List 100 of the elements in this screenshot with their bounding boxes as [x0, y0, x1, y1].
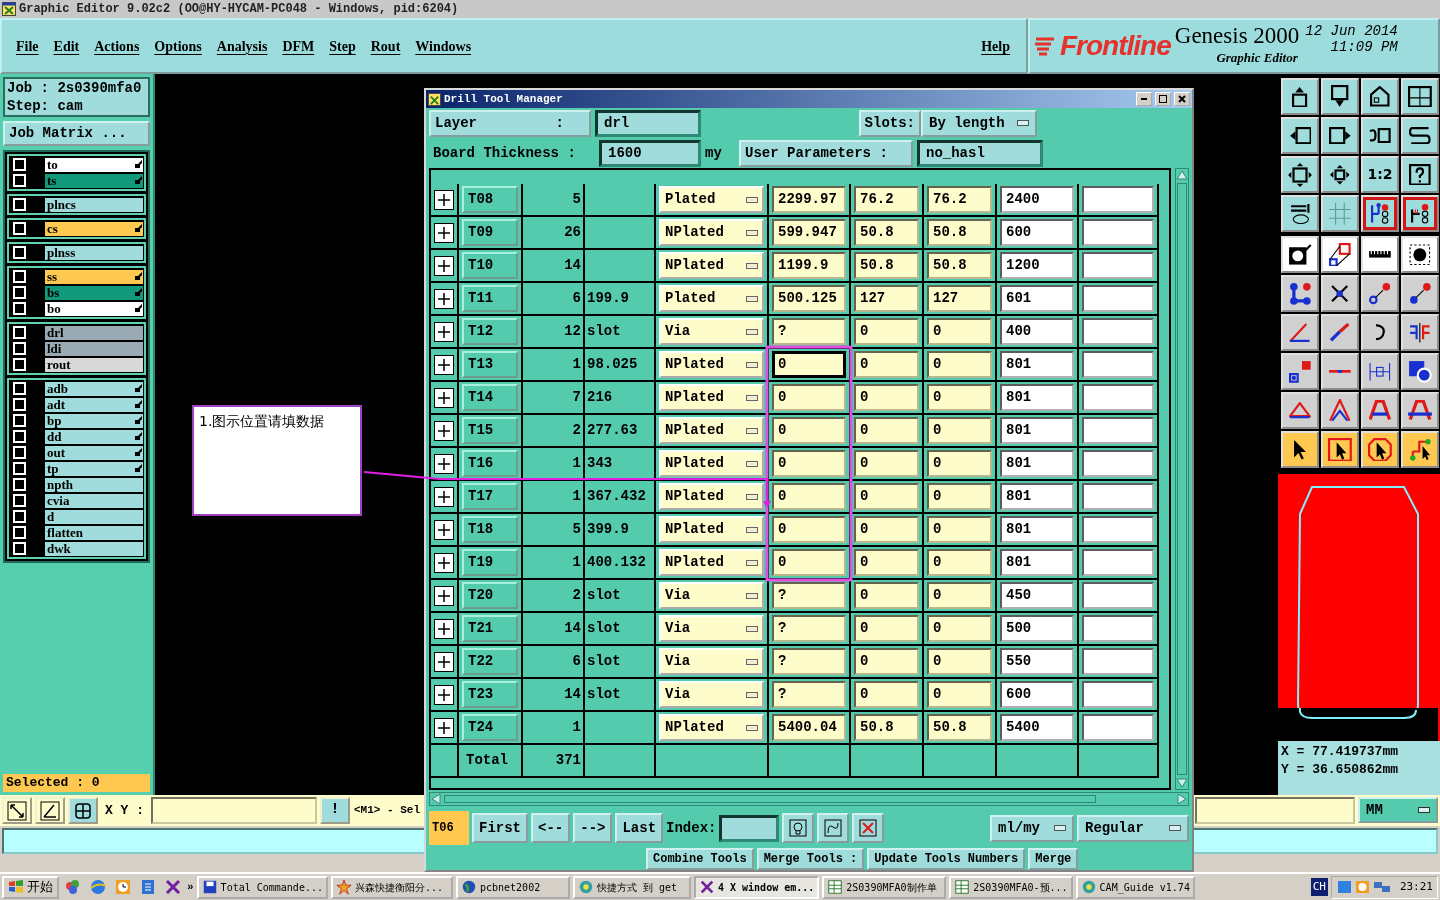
- menu-item[interactable]: File: [16, 35, 39, 57]
- min-tolerance-field[interactable]: 0: [854, 516, 919, 543]
- tool-button[interactable]: T24: [462, 714, 518, 741]
- checkbox[interactable]: [13, 398, 26, 411]
- input-field[interactable]: [1082, 186, 1154, 213]
- input-field[interactable]: [1082, 648, 1154, 675]
- layer-row[interactable]: npth: [45, 477, 143, 492]
- finish-size-field[interactable]: 1199.9: [772, 252, 846, 279]
- type-dropdown[interactable]: Via: [659, 582, 764, 609]
- finish-size-field[interactable]: ?: [772, 318, 846, 345]
- layer-row[interactable]: adt: [45, 397, 143, 412]
- drill-size-field[interactable]: 801: [1000, 549, 1074, 576]
- toolbar-button[interactable]: [1281, 275, 1319, 312]
- diagonal-button[interactable]: [2, 797, 32, 824]
- toolbar-button[interactable]: [1361, 353, 1399, 390]
- tool-button[interactable]: T11: [462, 285, 518, 312]
- input-field[interactable]: [1082, 285, 1154, 312]
- type-dropdown[interactable]: NPlated: [659, 516, 764, 543]
- unit-input-field[interactable]: [1195, 797, 1355, 824]
- toolbar-button[interactable]: 1:2: [1361, 156, 1399, 193]
- min-tolerance-field[interactable]: 0: [854, 681, 919, 708]
- menu-item[interactable]: Options: [154, 35, 202, 57]
- nav-button[interactable]: Last: [615, 813, 664, 843]
- drill-size-field[interactable]: 1200: [1000, 252, 1074, 279]
- input-field[interactable]: [1082, 681, 1154, 708]
- input-field[interactable]: [1082, 252, 1154, 279]
- finish-size-field[interactable]: 599.947: [772, 219, 846, 246]
- max-tolerance-field[interactable]: 0: [927, 516, 992, 543]
- toolbar-button[interactable]: [1401, 392, 1439, 429]
- toolbar-button[interactable]: [1281, 353, 1319, 390]
- expand-button[interactable]: [434, 354, 454, 375]
- min-tolerance-field[interactable]: 127: [854, 285, 919, 312]
- max-tolerance-field[interactable]: 0: [927, 483, 992, 510]
- type-dropdown[interactable]: NPlated: [659, 714, 764, 741]
- min-tolerance-field[interactable]: 0: [854, 318, 919, 345]
- nav-button[interactable]: -->: [573, 813, 613, 843]
- toolbar-button[interactable]: [1361, 117, 1399, 154]
- drill-size-field[interactable]: 801: [1000, 384, 1074, 411]
- language-indicator[interactable]: CH: [1310, 877, 1328, 897]
- min-tolerance-field[interactable]: 0: [854, 615, 919, 642]
- checkbox[interactable]: [13, 174, 26, 187]
- expand-button[interactable]: [434, 288, 454, 309]
- light-button[interactable]: [782, 813, 815, 843]
- tool-button[interactable]: T21: [462, 615, 518, 642]
- type-dropdown[interactable]: Plated: [659, 186, 764, 213]
- type-dropdown[interactable]: Via: [659, 615, 764, 642]
- max-tolerance-field[interactable]: 0: [927, 648, 992, 675]
- drill-size-field[interactable]: 801: [1000, 516, 1074, 543]
- checkbox[interactable]: [13, 542, 26, 555]
- checkbox[interactable]: [13, 446, 26, 459]
- input-field[interactable]: [1082, 615, 1154, 642]
- type-dropdown[interactable]: NPlated: [659, 351, 764, 378]
- layer-row[interactable]: out: [45, 445, 143, 460]
- layer-row[interactable]: bs: [45, 285, 143, 300]
- finish-size-field[interactable]: 0: [772, 384, 846, 411]
- checkbox[interactable]: [13, 414, 26, 427]
- max-tolerance-field[interactable]: 0: [927, 582, 992, 609]
- min-tolerance-field[interactable]: 0: [854, 648, 919, 675]
- tool-button[interactable]: T15: [462, 417, 518, 444]
- drill-size-field[interactable]: 600: [1000, 219, 1074, 246]
- tool-button[interactable]: T10: [462, 252, 518, 279]
- min-tolerance-field[interactable]: 0: [854, 582, 919, 609]
- layer-row[interactable]: d: [45, 509, 143, 524]
- checkbox[interactable]: [13, 510, 26, 523]
- layer-row[interactable]: bp: [45, 413, 143, 428]
- tool-button[interactable]: T18: [462, 516, 518, 543]
- tool-button[interactable]: T09: [462, 219, 518, 246]
- checkbox[interactable]: [13, 326, 26, 339]
- mode-dropdown[interactable]: Regular: [1077, 814, 1189, 842]
- toolbar-button[interactable]: [1281, 195, 1319, 232]
- expand-button[interactable]: [434, 387, 454, 408]
- max-tolerance-field[interactable]: 0: [927, 318, 992, 345]
- menu-item[interactable]: Rout: [370, 35, 401, 57]
- toolbar-button[interactable]: [1401, 195, 1439, 232]
- type-dropdown[interactable]: Via: [659, 318, 764, 345]
- checkbox[interactable]: [13, 286, 26, 299]
- expand-button[interactable]: [434, 255, 454, 276]
- layer-row[interactable]: cvia: [45, 493, 143, 508]
- taskbar-button[interactable]: 2S0390MFA0制作单: [822, 875, 947, 899]
- toolbar-button[interactable]: [1321, 275, 1359, 312]
- finish-size-field[interactable]: 5400.04: [772, 714, 846, 741]
- action-button[interactable]: Combine Tools: [646, 848, 754, 870]
- max-tolerance-field[interactable]: 0: [927, 351, 992, 378]
- max-tolerance-field[interactable]: 0: [927, 615, 992, 642]
- max-tolerance-field[interactable]: 50.8: [927, 714, 992, 741]
- finish-size-field[interactable]: 0: [772, 516, 846, 543]
- menu-item[interactable]: DFM: [282, 35, 315, 57]
- expand-button[interactable]: [434, 717, 454, 738]
- checkbox[interactable]: [13, 302, 26, 315]
- taskbar-button[interactable]: CAM_Guide v1.74: [1075, 875, 1195, 899]
- layer-row[interactable]: ts: [45, 173, 143, 188]
- finish-size-field[interactable]: ?: [772, 648, 846, 675]
- max-tolerance-field[interactable]: 0: [927, 450, 992, 477]
- units-dropdown[interactable]: MM: [1358, 797, 1438, 823]
- job-matrix-button[interactable]: Job Matrix ...: [3, 121, 150, 146]
- checkbox[interactable]: [13, 270, 26, 283]
- max-tolerance-field[interactable]: 0: [927, 417, 992, 444]
- toolbar-button[interactable]: [1361, 314, 1399, 351]
- toolbar-button[interactable]: [1321, 236, 1359, 273]
- layer-row[interactable]: rout: [45, 357, 143, 372]
